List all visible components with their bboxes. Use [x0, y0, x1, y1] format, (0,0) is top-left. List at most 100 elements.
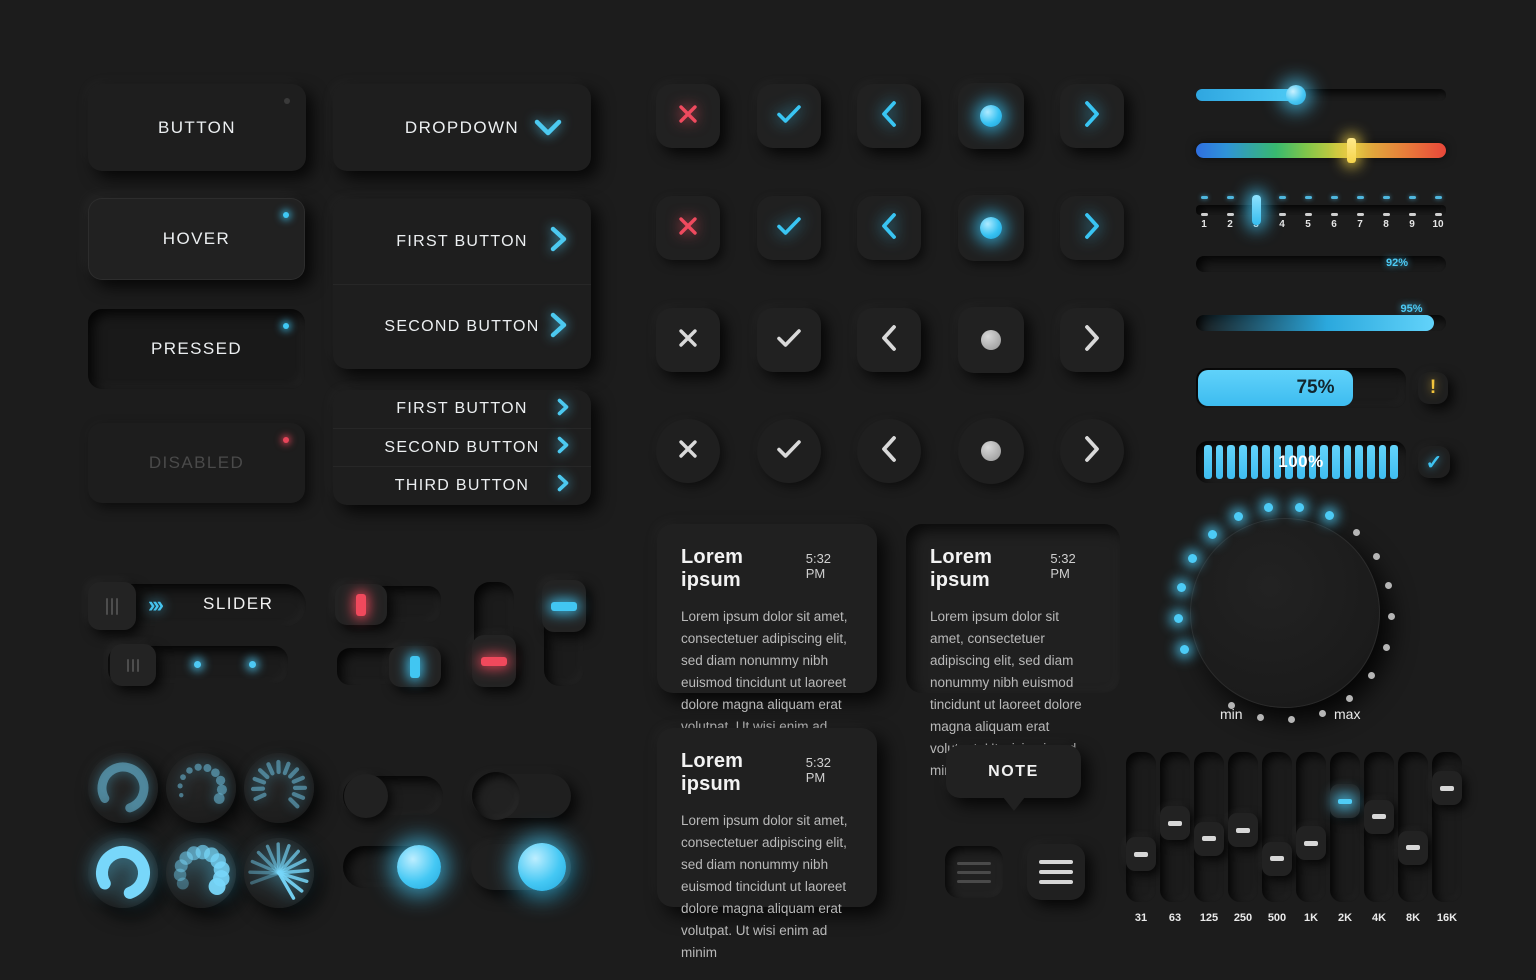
icon-button-check[interactable] — [757, 84, 821, 148]
button-hover[interactable]: HOVER — [88, 198, 305, 280]
step-tick[interactable]: 5 — [1296, 196, 1320, 230]
step-tick[interactable]: 4 — [1270, 196, 1294, 230]
note-tooltip[interactable]: NOTE — [946, 745, 1081, 798]
menu-line — [957, 870, 991, 874]
segment-dot[interactable] — [249, 661, 256, 668]
icon-button-radio-dot[interactable] — [958, 83, 1024, 149]
notification-card[interactable]: Lorem ipsum 5:32 PM Lorem ipsum dolor si… — [657, 728, 877, 960]
rotary-knob-face[interactable] — [1190, 518, 1380, 708]
tick-mark-lower — [1434, 213, 1442, 216]
rocker-toggle-cyan-handle[interactable] — [389, 646, 441, 687]
button-pressed[interactable]: PRESSED — [88, 309, 305, 389]
dropdown-item-first[interactable]: FIRST BUTTON — [333, 199, 591, 284]
icon-button-radio-dot[interactable] — [958, 307, 1024, 373]
grip-handle-icon — [127, 658, 139, 672]
toggle-knob[interactable] — [344, 774, 388, 818]
eq-band-track-2K[interactable] — [1330, 752, 1360, 902]
icon-button-chevron-right[interactable] — [1060, 84, 1124, 148]
progress-75-label: 75% — [1296, 377, 1335, 398]
eq-band-handle-4K[interactable] — [1364, 799, 1394, 834]
icon-button-close[interactable] — [656, 308, 720, 372]
eq-band-track-500[interactable] — [1262, 752, 1292, 902]
icon-button-chevron-right[interactable] — [1060, 196, 1124, 260]
menu-item-first[interactable]: FIRST BUTTON — [333, 390, 591, 428]
warning-icon: ! — [1429, 377, 1437, 398]
notification-card[interactable]: Lorem ipsum 5:32 PM Lorem ipsum dolor si… — [657, 524, 877, 756]
icon-button-check[interactable] — [757, 419, 821, 483]
color-temperature-slider-thumb[interactable] — [1347, 138, 1356, 163]
eq-band-track-8K[interactable] — [1398, 752, 1428, 902]
step-tick[interactable]: 2 — [1218, 196, 1242, 230]
icon-button-radio-dot[interactable] — [958, 418, 1024, 484]
icon-button-chevron-left[interactable] — [857, 419, 921, 483]
color-temperature-slider-track[interactable] — [1196, 143, 1446, 158]
toggle-knob-on[interactable] — [397, 845, 441, 889]
eq-band-handle-16K[interactable] — [1432, 771, 1462, 806]
segment-dot[interactable] — [194, 661, 201, 668]
icon-button-radio-dot[interactable] — [958, 195, 1024, 261]
eq-band-handle-8K[interactable] — [1398, 830, 1428, 865]
eq-band-handle-1K[interactable] — [1296, 826, 1326, 861]
dropdown-item-second[interactable]: SECOND BUTTON — [333, 284, 591, 369]
icon-button-chevron-right[interactable] — [1060, 419, 1124, 483]
menu-item-second[interactable]: SECOND BUTTON — [333, 428, 591, 466]
eq-band-track-31[interactable] — [1126, 752, 1156, 902]
chevron-down-icon[interactable] — [533, 118, 563, 138]
volume-slider-thumb[interactable] — [1286, 85, 1306, 105]
icon-button-close[interactable] — [656, 84, 720, 148]
eq-handle-line — [1202, 836, 1216, 842]
icon-button-chevron-left[interactable] — [857, 84, 921, 148]
eq-band-handle-31[interactable] — [1126, 837, 1156, 872]
step-tick[interactable]: 9 — [1400, 196, 1424, 230]
double-chevron-right-icon: ››› — [148, 592, 164, 617]
radio-dot-icon — [981, 441, 1001, 461]
eq-band-handle-125[interactable] — [1194, 821, 1224, 856]
check-icon-button[interactable]: ✓ — [1418, 446, 1450, 478]
dropdown-button[interactable]: DROPDOWN — [333, 84, 591, 171]
icon-button-chevron-left[interactable] — [857, 196, 921, 260]
eq-band-handle-63[interactable] — [1160, 806, 1190, 841]
step-tick[interactable]: 7 — [1348, 196, 1372, 230]
slider-label: SLIDER — [203, 594, 274, 613]
notification-card[interactable]: Lorem ipsum 5:32 PM Lorem ipsum dolor si… — [906, 524, 1120, 778]
toggle-knob[interactable] — [472, 772, 520, 820]
icon-button-chevron-left[interactable] — [857, 308, 921, 372]
eq-band-handle-500[interactable] — [1262, 841, 1292, 876]
card-timestamp: 5:32 PM — [805, 551, 832, 581]
step-tick[interactable]: 1 — [1192, 196, 1216, 230]
menu-item-label: THIRD BUTTON — [394, 476, 530, 494]
warning-icon-button[interactable]: ! — [1418, 372, 1448, 404]
knob-dot-active — [1325, 511, 1335, 521]
icon-button-check[interactable] — [757, 196, 821, 260]
eq-band-handle-250[interactable] — [1228, 813, 1258, 847]
chevron-right-icon — [1083, 100, 1101, 133]
dot-spinner-loader — [166, 753, 236, 823]
menu-icon-raised-button[interactable] — [1027, 844, 1085, 900]
rocker-toggle-red-handle[interactable] — [335, 584, 387, 625]
icon-button-chevron-right[interactable] — [1060, 308, 1124, 372]
step-tick[interactable]: 8 — [1374, 196, 1398, 230]
eq-band-handle-2K[interactable] — [1330, 784, 1360, 819]
icon-button-close[interactable] — [656, 419, 720, 483]
tick-mark-upper — [1330, 196, 1338, 199]
vertical-rocker-cyan-handle[interactable] — [542, 580, 586, 632]
button-normal[interactable]: BUTTON — [88, 84, 306, 171]
rotary-knob[interactable]: min max — [1168, 498, 1418, 730]
knob-dot-active — [1173, 614, 1183, 624]
menu-icon-inset-button[interactable] — [945, 846, 1003, 898]
icon-button-check[interactable] — [757, 308, 821, 372]
menu-line — [957, 861, 991, 865]
vertical-rocker-red-handle[interactable] — [472, 635, 516, 687]
step-slider-thumb[interactable] — [1252, 195, 1261, 225]
segmented-slider-handle[interactable] — [110, 644, 156, 686]
step-tick[interactable]: 10 — [1426, 196, 1450, 230]
menu-item-third[interactable]: THIRD BUTTON — [333, 466, 591, 504]
dropdown-compact-list[interactable]: FIRST BUTTON SECOND BUTTON THIRD BUTTON — [333, 390, 591, 505]
tick-label: 9 — [1409, 219, 1415, 230]
slider-handle[interactable] — [88, 582, 136, 630]
step-tick[interactable]: 6 — [1322, 196, 1346, 230]
dropdown-expanded-list[interactable]: FIRST BUTTON SECOND BUTTON — [333, 199, 591, 369]
icon-button-close[interactable] — [656, 196, 720, 260]
toggle-knob-on[interactable] — [518, 843, 566, 891]
knob-dot-inactive — [1319, 709, 1327, 717]
